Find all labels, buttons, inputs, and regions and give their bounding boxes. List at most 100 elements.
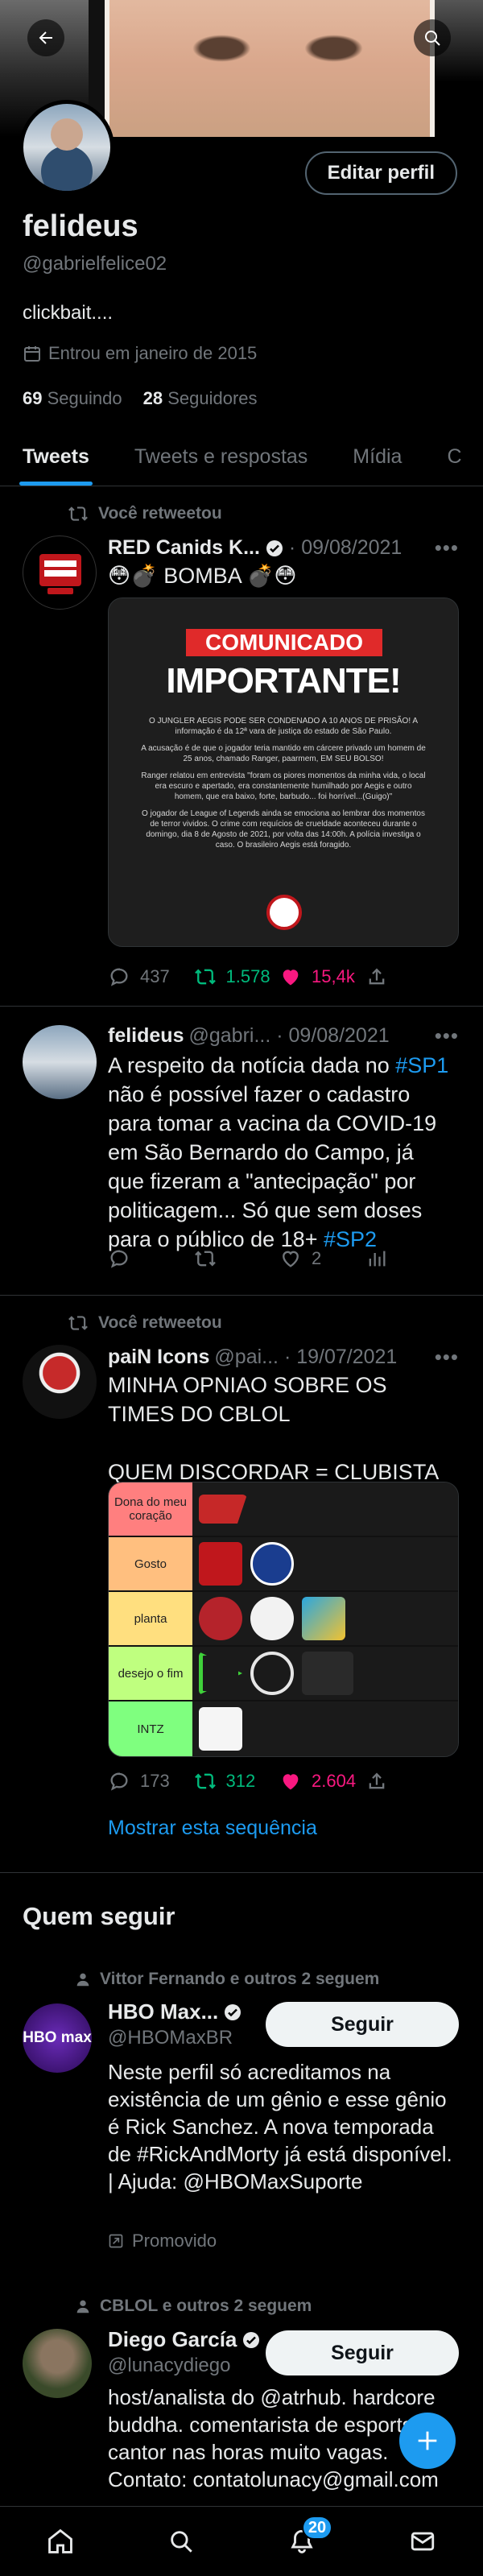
search-icon <box>171 2531 192 2553</box>
tab-media[interactable]: Mídia <box>330 428 424 486</box>
like-button[interactable]: 15,4k <box>279 965 365 988</box>
retweet-icon <box>194 969 216 985</box>
notifications-badge: 20 <box>302 2516 332 2540</box>
nav-notifications[interactable]: 20 <box>278 2516 332 2566</box>
liberty-logo-icon <box>302 1652 353 1695</box>
profile-bio: clickbait.... <box>23 302 114 324</box>
tweet-date: · 09/08/2021 <box>288 536 402 559</box>
tweet-text: MINHA OPNIAO SOBRE OS TIMES DO CBLOL QUE… <box>108 1373 440 1484</box>
edit-profile-button[interactable]: Editar perfil <box>304 151 457 195</box>
suggestion-name[interactable]: Diego García <box>108 2327 261 2352</box>
retweet-button[interactable]: 312 <box>194 1770 280 1792</box>
follow-button[interactable]: Seguir <box>266 2330 459 2375</box>
back-button[interactable] <box>27 19 64 56</box>
retweet-icon <box>194 1251 216 1267</box>
retweet-button[interactable]: 1.578 <box>194 965 280 988</box>
more-options-icon[interactable]: ••• <box>435 1345 459 1370</box>
analytics-button[interactable] <box>365 1247 452 1270</box>
tweet-image-tierlist[interactable]: Dona do meu coração Gosto planta desejo … <box>108 1482 459 1757</box>
tier-label: desejo o fim <box>109 1647 192 1700</box>
red-canids-logo-icon <box>39 554 81 594</box>
tier-label: Dona do meu coração <box>109 1482 192 1536</box>
suggestion-context: CBLOL e outros 2 seguem <box>74 2297 312 2316</box>
furia-logo-icon <box>250 1597 294 1640</box>
tab-likes[interactable]: C <box>424 428 483 486</box>
follow-counts: 69 Seguindo 28 Seguidores <box>23 388 258 409</box>
reply-button[interactable]: 437 <box>108 965 194 988</box>
tweet-date: @gabri... · 09/08/2021 <box>188 1024 390 1047</box>
suggestion-name[interactable]: HBO Max... <box>108 1999 242 2024</box>
cruzeiro-logo-icon <box>250 1542 294 1586</box>
person-icon <box>76 1973 89 1987</box>
tweet-header: felideus @gabri... · 09/08/2021 ••• <box>108 1023 459 1048</box>
like-button[interactable]: 2 <box>279 1247 365 1270</box>
verified-badge-icon <box>266 540 283 556</box>
mail-icon <box>411 2532 435 2551</box>
tab-tweets-and-replies[interactable]: Tweets e respostas <box>112 428 330 486</box>
home-icon <box>48 2528 72 2553</box>
compose-tweet-button[interactable] <box>399 2413 456 2469</box>
hbo-max-avatar[interactable]: HBO max <box>23 2003 92 2073</box>
tab-tweets[interactable]: Tweets <box>0 428 112 486</box>
profile-name: felideus <box>23 209 138 243</box>
red-canids-logo-icon <box>199 1542 242 1586</box>
media-body: O JUNGLER AEGIS PODE SER CONDENADO A 10 … <box>141 717 426 850</box>
heart-filled-icon <box>283 1774 299 1790</box>
tier-label: Gosto <box>109 1537 192 1590</box>
verified-badge-icon <box>225 2003 242 2020</box>
search-button[interactable] <box>414 19 451 56</box>
author-name[interactable]: felideus <box>108 1024 184 1048</box>
show-thread-link[interactable]: Mostrar esta sequência <box>108 1817 317 1840</box>
suggestion-bio: Neste perfil só acreditamos na existênci… <box>108 2060 452 2194</box>
hashtag-link[interactable]: #SP1 <box>395 1053 448 1077</box>
arrow-left-icon <box>39 31 52 44</box>
heart-filled-icon <box>283 970 299 986</box>
tweet[interactable]: felideus @gabri... · 09/08/2021 ••• A re… <box>0 1007 483 1296</box>
banner-image-right <box>435 0 483 137</box>
share-button[interactable] <box>365 965 452 988</box>
nav-explore[interactable] <box>157 2517 205 2566</box>
like-button[interactable]: 2.604 <box>279 1770 365 1792</box>
retweet-icon <box>68 1316 88 1330</box>
search-icon <box>425 31 440 46</box>
tweet-actions: 173 312 2.604 <box>108 1765 451 1797</box>
kabum-logo-icon <box>199 1597 242 1640</box>
calendar-icon <box>24 346 40 362</box>
more-options-icon[interactable]: ••• <box>435 535 459 560</box>
person-icon <box>76 2300 89 2313</box>
tier-row: planta <box>109 1592 458 1647</box>
retweet-button[interactable] <box>194 1247 280 1270</box>
nav-messages[interactable] <box>398 2517 447 2566</box>
pain-gaming-logo-icon <box>199 1495 247 1524</box>
suggestion-context: Vittor Fernando e outros 2 seguem <box>74 1970 379 1989</box>
reply-icon <box>110 1772 128 1791</box>
profile-avatar[interactable] <box>19 100 114 195</box>
tier-label: planta <box>109 1592 192 1645</box>
tweet[interactable]: Você retweetou RED Canids K... · 09/08/2… <box>0 487 483 1007</box>
tweet-image[interactable]: COMUNICADO IMPORTANTE! O JUNGLER AEGIS P… <box>108 597 459 947</box>
retweet-icon <box>194 1773 216 1789</box>
flamengo-logo-icon <box>250 1652 294 1695</box>
tweet-actions: 2 <box>108 1243 451 1275</box>
followers-link[interactable]: 28 Seguidores <box>143 388 258 409</box>
follow-button[interactable]: Seguir <box>266 2002 459 2047</box>
reply-button[interactable]: 173 <box>108 1770 194 1792</box>
plus-icon <box>418 2431 437 2450</box>
author-name[interactable]: RED Canids K... <box>108 536 260 560</box>
suggestion-handle: @lunacydiego <box>108 2355 231 2376</box>
tweet-text: A respeito da notícia dada no #SP1 não é… <box>108 1053 449 1251</box>
share-button[interactable] <box>365 1770 452 1792</box>
more-options-icon[interactable]: ••• <box>435 1023 459 1048</box>
diego-garcia-avatar[interactable] <box>23 2329 92 2398</box>
following-link[interactable]: 69 Seguindo <box>23 388 122 409</box>
bottom-navigation: 20 <box>0 2506 483 2576</box>
nav-home[interactable] <box>36 2517 85 2566</box>
red-canids-avatar[interactable] <box>23 535 97 610</box>
reply-button[interactable] <box>108 1247 194 1270</box>
author-name[interactable]: paiN Icons <box>108 1346 209 1369</box>
share-icon <box>369 1772 384 1789</box>
tweet-actions: 437 1.578 15,4k <box>108 961 451 993</box>
pain-icons-avatar[interactable] <box>23 1345 97 1419</box>
felideus-avatar[interactable] <box>23 1025 97 1099</box>
tier-row: Gosto <box>109 1537 458 1592</box>
